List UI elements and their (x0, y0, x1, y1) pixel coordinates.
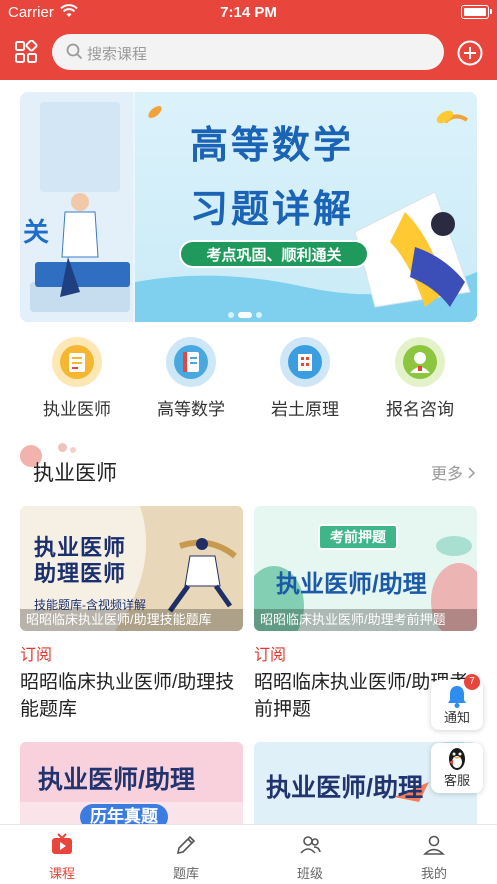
thumb-title-line1: 执业医师/助理 (276, 571, 427, 598)
category-item-doctor[interactable]: 执业医师 (20, 337, 134, 420)
subscribe-tag: 订阅 (254, 647, 287, 664)
banner-title-line1: 高等数学 (190, 125, 355, 167)
page-dot[interactable] (256, 312, 262, 318)
top-header: Carrier 7:14 PM 搜索课程 (0, 0, 497, 80)
section-title: 执业医师 (33, 462, 117, 485)
tab-label: 我的 (420, 866, 447, 881)
category-label: 报名咨询 (386, 400, 454, 419)
banner-prev-slide: 关 (20, 92, 133, 322)
category-item-math[interactable]: 高等数学 (134, 337, 248, 420)
more-link[interactable]: 更多 (431, 460, 476, 484)
category-item-geotech[interactable]: 岩土原理 (248, 337, 362, 420)
section-decoration (58, 443, 67, 452)
thumb-title-line1: 执业医师/助理 (38, 766, 195, 794)
math-book-icon (166, 337, 216, 387)
thumb-caption: 昭昭临床执业医师/助理技能题库 (20, 609, 243, 631)
search-placeholder: 搜索课程 (87, 46, 148, 63)
tab-courses[interactable]: 课程 (0, 825, 124, 884)
category-grid-icon[interactable] (14, 39, 38, 64)
add-icon[interactable] (457, 40, 483, 66)
customer-service-button[interactable]: 客服 (431, 743, 483, 793)
search-icon (66, 43, 83, 65)
consultant-icon (395, 337, 445, 387)
pencil-icon (174, 833, 198, 857)
battery-icon (461, 5, 492, 19)
user-icon (422, 833, 446, 857)
category-item-consult[interactable]: 报名咨询 (363, 337, 477, 420)
tab-question-bank[interactable]: 题库 (124, 825, 248, 884)
banner-slogan: 考点巩固、顺利通关 (179, 240, 369, 268)
course-name: 昭昭临床执业医师/助理技能题库 (20, 672, 235, 720)
tab-label: 题库 (172, 866, 199, 881)
bottom-tab-bar: 课程 题库 班级 我的 (0, 824, 497, 883)
status-bar: Carrier 7:14 PM (0, 0, 497, 26)
category-label: 执业医师 (43, 400, 111, 419)
notification-label: 通知 (443, 710, 470, 725)
banner-current-slide: 高等数学 习题详解 考点巩固、顺利通关 (135, 92, 477, 322)
doctor-certificate-icon (52, 337, 102, 387)
tab-profile[interactable]: 我的 (372, 825, 496, 884)
banner-pagination[interactable] (228, 305, 266, 322)
tab-label: 课程 (48, 866, 75, 881)
course-thumbnail: 考前押题 执业医师/助理 昭昭临床执业医师/助理考前押题 (254, 506, 477, 631)
category-label: 高等数学 (157, 400, 225, 419)
clock: 7:14 PM (220, 4, 277, 21)
class-group-icon (298, 833, 322, 857)
notification-button[interactable]: 7 通知 (431, 674, 483, 730)
thumb-badge: 考前押题 (318, 524, 398, 550)
category-label: 岩土原理 (271, 400, 339, 419)
course-thumbnail: 执业医师 助理医师 技能题库-含视频详解 昭昭临床执业医师/助理技能题库 (20, 506, 243, 631)
chevron-right-icon (467, 466, 476, 483)
thumb-title-line2: 助理医师 (34, 561, 127, 586)
page-dot[interactable] (228, 312, 234, 318)
category-row: 执业医师 高等数学 岩土原理 报名咨询 (20, 337, 477, 420)
promo-banner[interactable]: 关 高等数学 习题详解 考点巩固、顺利通关 (20, 92, 477, 322)
customer-service-label: 客服 (443, 773, 470, 788)
tab-classes[interactable]: 班级 (248, 825, 372, 884)
tv-icon (50, 833, 74, 857)
thumb-caption: 昭昭临床执业医师/助理考前押题 (254, 609, 477, 631)
page-dot-active[interactable] (238, 312, 252, 318)
subscribe-tag: 订阅 (20, 647, 53, 664)
search-input[interactable]: 搜索课程 (52, 34, 444, 70)
banner-title-line2: 习题详解 (190, 189, 355, 231)
course-card[interactable]: 执业医师 助理医师 技能题库-含视频详解 昭昭临床执业医师/助理技能题库 订阅 … (20, 506, 243, 723)
section-decoration (70, 447, 76, 453)
tab-label: 班级 (296, 866, 323, 881)
thumb-title-line1: 执业医师/助理 (266, 774, 423, 802)
notification-badge: 7 (464, 674, 480, 690)
banner-prev-text: 关 (23, 217, 50, 247)
building-icon (280, 337, 330, 387)
more-label: 更多 (431, 466, 464, 483)
